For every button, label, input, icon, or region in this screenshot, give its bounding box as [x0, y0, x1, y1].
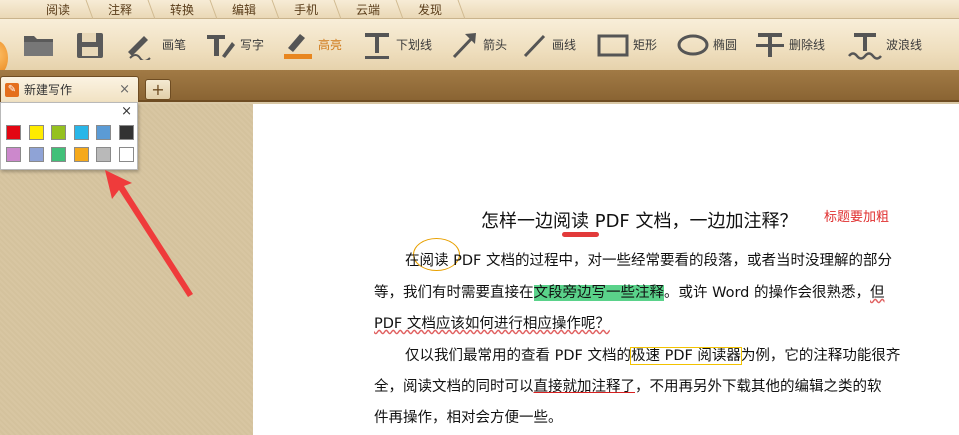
annotation-toolbar: 画笔 写字 高亮 下划线 箭头 画线 矩形 椭圆 删除线 波浪线: [0, 19, 959, 75]
color-swatch[interactable]: [73, 125, 89, 140]
document-title: 怎样一边阅读 PDF 文档，一边加注释？: [481, 211, 798, 232]
tool-label: 删除线: [789, 38, 826, 52]
arrow-icon: [452, 32, 476, 58]
tool-strikethrough[interactable]: 删除线: [755, 19, 825, 70]
tool-line[interactable]: 画线: [522, 19, 576, 70]
tool-label: 箭头: [483, 38, 508, 52]
color-swatch[interactable]: [96, 125, 111, 140]
tool-label: 波浪线: [886, 38, 923, 52]
line-text: ，不用再另外下载其他的编辑之类的软: [635, 379, 882, 395]
menu-tab-label: 手机: [293, 3, 318, 17]
menu-tab-read[interactable]: 阅读: [30, 0, 94, 19]
menu-tab-label: 注释: [107, 3, 132, 17]
menu-tab-cloud[interactable]: 云端: [340, 0, 404, 19]
line-icon: [523, 34, 546, 57]
menu-bar: 阅读 注释 转换 编辑 手机 云端 发现: [0, 0, 959, 19]
tool-label: 椭圆: [713, 38, 738, 52]
tool-label: 写字: [240, 38, 265, 52]
color-palette-popup: ×: [0, 102, 138, 170]
tool-label: 画笔: [162, 38, 187, 52]
paragraph-line-1: 在阅读 PDF 文档的过程中，对一些经常要看的段落，或者当时没理解的部分: [405, 249, 892, 270]
wavy-underlined-text[interactable]: 但: [870, 285, 885, 301]
menu-tab-edit[interactable]: 编辑: [216, 0, 280, 19]
paragraph-line-6: 件再操作，相对会方便一些。: [374, 406, 563, 427]
highlight-icon: [284, 33, 312, 59]
document-tab-title: 新建写作: [24, 83, 73, 97]
paragraph-line-4: 仅以我们最常用的查看 PDF 文档的极速 PDF 阅读器为例，它的注释功能很齐: [405, 344, 900, 365]
typewriter-icon: [207, 34, 235, 58]
menu-tab-label: 发现: [417, 3, 442, 17]
open-folder-button[interactable]: [22, 19, 56, 70]
menu-tab-mobile[interactable]: 手机: [278, 0, 342, 19]
menu-tab-label: 转换: [169, 3, 194, 17]
close-tab-icon[interactable]: ×: [119, 82, 130, 97]
ellipse-icon: [677, 34, 709, 55]
save-icon: [77, 32, 103, 58]
underline-icon: [365, 32, 389, 59]
tool-wavy-line[interactable]: 波浪线: [848, 19, 922, 70]
rectangle-icon: [597, 34, 629, 56]
line-text: 为例，它的注释功能很齐: [740, 348, 901, 364]
line-text: 件再操作，相对会方便一些。: [374, 410, 563, 426]
red-freehand-mark: [562, 232, 599, 237]
paragraph-line-3: PDF 文档应该如何进行相应操作呢？: [374, 312, 610, 333]
tool-underline[interactable]: 下划线: [362, 19, 432, 70]
color-swatch[interactable]: [28, 125, 44, 140]
tool-arrow[interactable]: 箭头: [451, 19, 507, 70]
menu-tab-label: 阅读: [45, 3, 70, 17]
folder-icon: [24, 35, 53, 56]
tool-ellipse[interactable]: 椭圆: [677, 19, 737, 70]
close-icon[interactable]: ×: [121, 104, 132, 119]
highlighted-text[interactable]: 文段旁边写一些注释: [533, 285, 664, 301]
rectangle-annotated-text[interactable]: 极速 PDF 阅读器: [629, 347, 742, 365]
line-text: 仅以我们最常用的查看 PDF 文档的: [405, 348, 631, 364]
menu-tab-label: 编辑: [231, 3, 256, 17]
document-tab-strip: ✎ 新建写作 × +: [0, 70, 959, 102]
color-swatch[interactable]: [118, 147, 134, 162]
title-annotation-note[interactable]: 标题要加粗: [824, 206, 889, 225]
color-swatch[interactable]: [51, 147, 66, 162]
line-text: 等，我们有时需要直接在: [374, 285, 534, 301]
underlined-text[interactable]: 直接就加注释了: [534, 379, 636, 395]
menu-tab-discover[interactable]: 发现: [402, 0, 466, 19]
line-text: 。或许 Word 的操作会很熟悉，: [664, 285, 870, 301]
tool-label: 下划线: [396, 38, 433, 52]
tool-label: 高亮: [318, 38, 343, 52]
tool-pen[interactable]: 画笔: [124, 19, 186, 70]
color-swatch[interactable]: [118, 125, 134, 140]
color-swatch[interactable]: [6, 125, 21, 140]
color-swatch[interactable]: [51, 125, 66, 140]
document-page: 怎样一边阅读 PDF 文档，一边加注释？ 标题要加粗 在阅读 PDF 文档的过程…: [253, 104, 959, 435]
pen-icon: [128, 35, 151, 60]
save-button[interactable]: [75, 19, 105, 70]
tool-highlight[interactable]: 高亮: [282, 19, 342, 70]
menu-tab-label: 云端: [355, 3, 380, 17]
color-swatch[interactable]: [28, 147, 44, 162]
tool-label: 画线: [552, 38, 577, 52]
line-text: 在阅读 PDF 文档的过程中，对一些经常要看的段落，或者当时没理解的部分: [405, 253, 892, 269]
tool-rectangle[interactable]: 矩形: [597, 19, 657, 70]
tool-typewriter[interactable]: 写字: [204, 19, 264, 70]
menu-tab-convert[interactable]: 转换: [154, 0, 218, 19]
document-tab[interactable]: ✎ 新建写作 ×: [0, 76, 139, 102]
menu-tab-annotate[interactable]: 注释: [92, 0, 156, 19]
color-swatch[interactable]: [6, 147, 21, 162]
color-swatch[interactable]: [73, 147, 89, 162]
paragraph-line-2: 等，我们有时需要直接在文段旁边写一些注释。或许 Word 的操作会很熟悉，但: [374, 281, 885, 302]
paragraph-line-5: 全，阅读文档的同时可以直接就加注释了，不用再另外下载其他的编辑之类的软: [374, 375, 882, 396]
strikethrough-icon: [756, 32, 784, 57]
wavy-line-icon: [848, 32, 882, 60]
line-text: 全，阅读文档的同时可以: [374, 379, 534, 395]
wavy-underlined-text[interactable]: PDF 文档应该如何进行相应操作呢？: [374, 316, 610, 332]
color-swatch[interactable]: [96, 147, 111, 162]
new-tab-button[interactable]: +: [145, 79, 171, 100]
pdf-document-icon: ✎: [5, 82, 19, 97]
tool-label: 矩形: [633, 38, 658, 52]
